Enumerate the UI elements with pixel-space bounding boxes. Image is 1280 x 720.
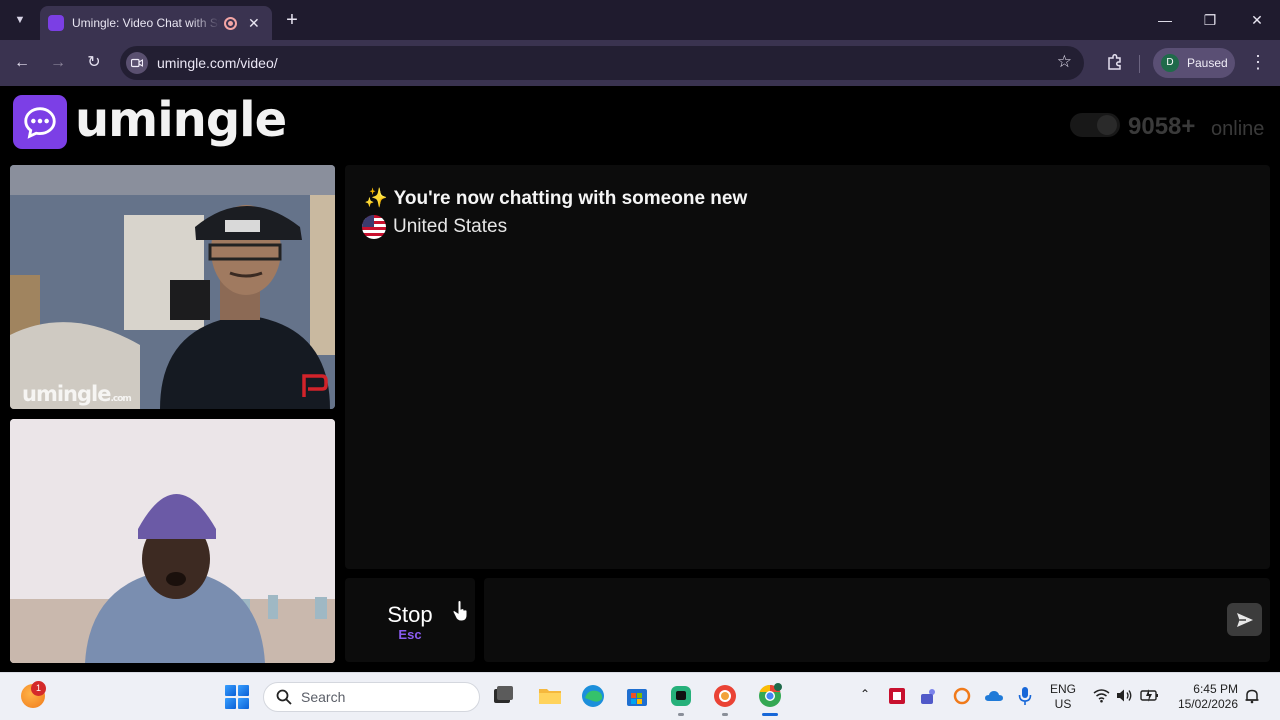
task-view-icon[interactable] — [490, 683, 516, 709]
toolbar-divider — [1139, 55, 1140, 73]
address-bar[interactable]: umingle.com/video/ ☆ — [120, 46, 1084, 80]
watermark-suffix: .com — [110, 394, 131, 404]
stranger-country: United States — [362, 215, 507, 239]
recording-indicator-icon — [224, 16, 237, 30]
window-minimize-button[interactable]: — — [1153, 8, 1177, 32]
online-toggle-switch[interactable] — [1070, 113, 1120, 137]
clock-time: 6:45 PM — [1193, 682, 1238, 696]
watermark-text: umingle — [22, 382, 111, 406]
new-tab-button[interactable]: + — [282, 9, 302, 31]
taskbar-clock[interactable]: 6:45 PM 15/02/2026 — [1168, 682, 1238, 712]
umingle-logo-text[interactable]: umingle — [75, 92, 287, 148]
windows-start-icon[interactable] — [225, 685, 249, 709]
sparkle-icon: ✨ — [364, 188, 388, 209]
active-app-indicator — [762, 713, 778, 716]
stop-shortcut-hint: Esc — [398, 627, 422, 642]
search-icon — [276, 689, 292, 705]
reload-icon[interactable]: ↻ — [82, 51, 106, 75]
report-flag-icon[interactable] — [300, 373, 328, 399]
stranger-video-image — [10, 165, 335, 409]
file-explorer-icon[interactable] — [537, 683, 563, 709]
sync-tray-icon[interactable] — [953, 687, 971, 705]
chrome-browser-icon[interactable] — [757, 683, 783, 709]
bookmark-star-icon[interactable]: ☆ — [1057, 52, 1072, 72]
self-video-image — [10, 419, 335, 663]
weather-notification-badge: 1 — [31, 681, 46, 696]
umingle-favicon-icon — [48, 15, 64, 31]
app-running-indicator — [722, 713, 728, 716]
send-arrow-icon — [1236, 612, 1253, 627]
tab-title: Umingle: Video Chat with Strangers — [72, 16, 220, 30]
umingle-logo-chat-bubble-icon[interactable] — [13, 95, 67, 149]
clock-date: 15/02/2026 — [1177, 697, 1238, 711]
windows-taskbar: 1 Search ⌃ ENG US 6:45 PM 15/02/2026 — [0, 672, 1280, 720]
us-flag-icon — [362, 215, 386, 239]
chat-app-icon[interactable] — [668, 683, 694, 709]
stranger-video-feed: umingle.com — [10, 165, 335, 409]
message-composer — [484, 578, 1270, 662]
message-input[interactable] — [496, 596, 1196, 644]
microsoft-store-icon[interactable] — [624, 683, 650, 709]
profile-avatar: D — [1161, 54, 1179, 72]
tab-close-icon[interactable]: ✕ — [248, 15, 260, 32]
lang-line1: ENG — [1050, 682, 1077, 696]
wifi-icon[interactable] — [1093, 688, 1110, 703]
stranger-country-text: United States — [393, 216, 508, 237]
umingle-page: umingle 9058+ online umingle.com ✨ You'r… — [0, 86, 1280, 672]
chat-status-message: ✨ You're now chatting with someone new — [364, 186, 747, 210]
browser-menu-kebab-icon[interactable]: ⋮ — [1248, 51, 1268, 75]
battery-charging-icon[interactable] — [1140, 687, 1160, 704]
chat-status-text: You're now chatting with someone new — [393, 188, 748, 209]
teams-tray-icon[interactable] — [919, 687, 939, 705]
tab-search-chevron-icon[interactable]: ▼ — [8, 8, 32, 32]
edge-browser-icon[interactable] — [580, 683, 606, 709]
online-label: online — [1211, 118, 1265, 140]
camera-site-icon[interactable] — [126, 52, 148, 74]
microphone-in-use-icon[interactable] — [1018, 686, 1032, 706]
notification-bell-icon[interactable] — [1244, 688, 1260, 704]
taskbar-search-label: Search — [301, 689, 346, 705]
onedrive-cloud-icon[interactable] — [984, 687, 1004, 705]
umingle-video-watermark: umingle.com — [22, 382, 132, 406]
chat-log-panel[interactable]: ✨ You're now chatting with someone new Un… — [345, 165, 1270, 569]
forward-arrow-icon[interactable]: → — [46, 51, 70, 75]
url-text: umingle.com/video/ — [157, 55, 278, 71]
app-running-indicator — [678, 713, 684, 716]
pdf-app-tray-icon[interactable] — [888, 687, 906, 705]
extensions-puzzle-icon[interactable] — [1102, 51, 1126, 75]
back-arrow-icon[interactable]: ← — [10, 51, 34, 75]
show-hidden-icons-chevron-icon[interactable]: ⌃ — [860, 687, 870, 701]
profile-status-label: Paused — [1187, 56, 1228, 70]
volume-icon[interactable] — [1116, 688, 1133, 703]
online-count: 9058+ — [1128, 113, 1196, 140]
input-language-indicator[interactable]: ENG US — [1050, 682, 1076, 712]
profile-button[interactable]: D Paused — [1153, 48, 1235, 78]
self-video-feed — [10, 419, 335, 663]
window-close-button[interactable]: ✕ — [1245, 8, 1269, 32]
mouse-hand-cursor-icon — [452, 600, 468, 622]
colorful-browser-icon[interactable] — [712, 683, 738, 709]
browser-tab-strip: ▼ Umingle: Video Chat with Strangers ✕ +… — [0, 0, 1280, 40]
browser-tab-active[interactable]: Umingle: Video Chat with Strangers ✕ — [40, 6, 272, 40]
window-restore-button[interactable]: ❐ — [1198, 8, 1222, 32]
send-button[interactable] — [1227, 603, 1262, 636]
lang-line2: US — [1054, 697, 1072, 711]
taskbar-search-box[interactable]: Search — [263, 682, 480, 712]
browser-toolbar: ← → ↻ umingle.com/video/ ☆ D Paused ⋮ — [0, 40, 1280, 86]
